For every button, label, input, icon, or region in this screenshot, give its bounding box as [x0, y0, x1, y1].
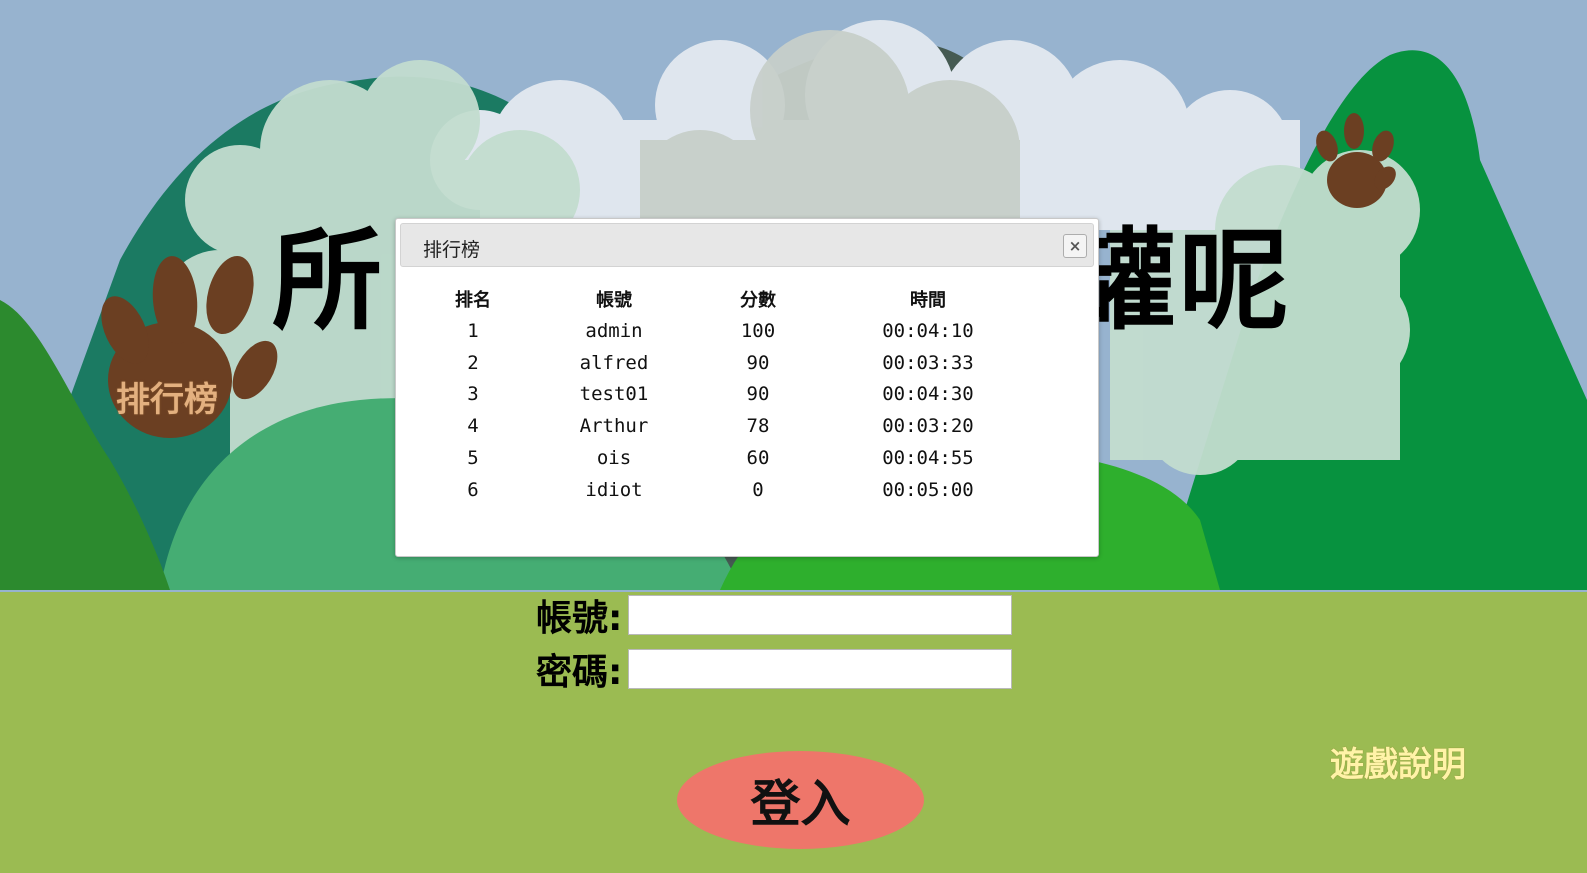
score-cell: 100 [740, 319, 776, 342]
login-button[interactable]: 登入 [677, 751, 924, 849]
rank-cell: 6 [467, 478, 479, 501]
table-row: 5 ois 60 00:04:55 [416, 442, 1038, 474]
table-row: 2 alfred 90 00:03:33 [416, 347, 1038, 379]
score-cell: 90 [746, 351, 770, 374]
column-header-rank: 排名 [455, 290, 491, 311]
account-label: 帳號: [536, 598, 623, 639]
time-cell: 00:04:10 [882, 319, 974, 342]
time-cell: 00:03:20 [882, 415, 974, 438]
rank-cell: 4 [467, 415, 479, 438]
rank-cell: 2 [467, 351, 479, 374]
column-header-account: 帳號 [596, 290, 632, 311]
ranking-link[interactable]: 排行榜 [116, 372, 218, 421]
password-label: 密碼: [536, 652, 623, 693]
close-icon[interactable]: × [1063, 234, 1087, 258]
score-cell: 90 [746, 383, 770, 406]
account-row: 帳號: [536, 589, 1012, 641]
score-cell: 78 [746, 415, 770, 438]
score-cell: 60 [746, 447, 770, 470]
password-input[interactable] [628, 649, 1012, 689]
rank-cell: 1 [467, 319, 479, 342]
ranking-dialog: 排行榜 × 排名 帳號 分數 時間 1 admin 100 00:04:10 2… [395, 218, 1099, 557]
game-help-link[interactable]: 遊戲說明 [1330, 737, 1466, 786]
rank-cell: 5 [467, 447, 479, 470]
column-header-score: 分數 [740, 290, 776, 311]
account-input[interactable] [628, 595, 1012, 635]
column-header-time: 時間 [910, 290, 946, 311]
rank-cell: 3 [467, 383, 479, 406]
time-cell: 00:04:55 [882, 447, 974, 470]
score-cell: 0 [752, 478, 764, 501]
page-title-right: 罐呢 [1065, 217, 1293, 345]
account-cell: Arthur [579, 415, 649, 438]
table-row: 3 test01 90 00:04:30 [416, 379, 1038, 411]
ranking-table: 排名 帳號 分數 時間 1 admin 100 00:04:10 2 alfre… [416, 283, 1038, 506]
time-cell: 00:04:30 [882, 383, 974, 406]
account-cell: ois [596, 447, 632, 470]
time-cell: 00:03:33 [882, 351, 974, 374]
dialog-title: 排行榜 [423, 239, 481, 261]
account-cell: idiot [585, 478, 643, 501]
account-cell: test01 [579, 383, 649, 406]
page-title-left: 所 [272, 217, 386, 345]
account-cell: alfred [579, 351, 649, 374]
time-cell: 00:05:00 [882, 478, 974, 501]
table-header-row: 排名 帳號 分數 時間 [416, 283, 1038, 315]
dialog-header: 排行榜 × [400, 223, 1094, 267]
password-row: 密碼: [536, 643, 1012, 695]
table-row: 4 Arthur 78 00:03:20 [416, 410, 1038, 442]
account-cell: admin [585, 319, 643, 342]
table-row: 6 idiot 0 00:05:00 [416, 474, 1038, 506]
table-row: 1 admin 100 00:04:10 [416, 315, 1038, 347]
